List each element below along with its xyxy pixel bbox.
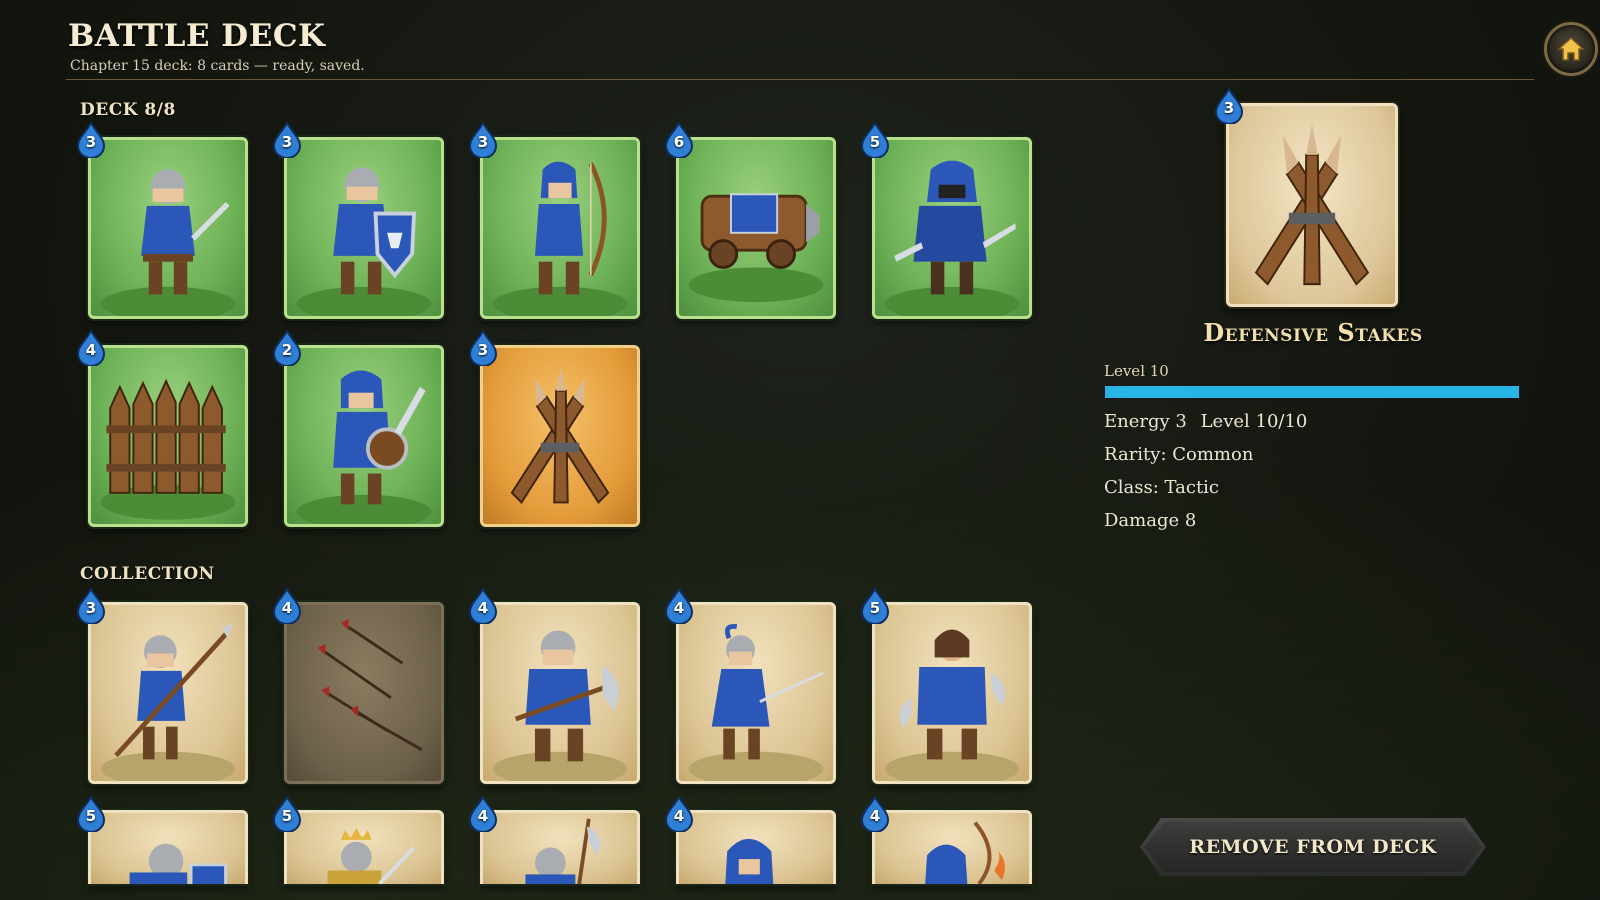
- spearman-art: [100, 622, 236, 781]
- remove-from-deck-button[interactable]: REMOVE FROM DECK: [1140, 818, 1486, 876]
- home-button[interactable]: [1544, 22, 1598, 76]
- cost-gem: 4: [860, 794, 890, 833]
- deck-card-defensive-stakes[interactable]: [480, 345, 640, 527]
- defensive-stakes-art: [1254, 123, 1370, 286]
- deck-card-palisade[interactable]: [88, 345, 248, 527]
- axeman-art: [492, 630, 628, 781]
- archer-art: [492, 161, 628, 316]
- shield-bearer-art: [129, 843, 228, 884]
- collection-card-berserker[interactable]: [872, 602, 1032, 784]
- deck-status-text: Chapter 15 deck: 8 cards — ready, saved.: [70, 58, 365, 74]
- collection-card-shield-bearer[interactable]: [88, 810, 248, 884]
- collection-card-halberdier[interactable]: [480, 810, 640, 884]
- collection-section-label: COLLECTION: [80, 564, 215, 584]
- cost-gem: 4: [664, 794, 694, 833]
- level-progress-fill: [1105, 386, 1519, 398]
- duelist-art: [688, 623, 824, 781]
- stat-class: Class: Tactic: [1104, 477, 1220, 498]
- cost-gem: 3: [76, 120, 106, 159]
- deck-section-label: DECK 8/8: [80, 100, 176, 120]
- militia-art: [296, 370, 432, 524]
- collection-card-hooded-scout[interactable]: [676, 810, 836, 884]
- level-progress-bar: [1104, 385, 1520, 399]
- stat-level: Level 10/10: [1200, 411, 1308, 432]
- collection-card-fire-archer[interactable]: [872, 810, 1032, 884]
- deck-card-cannon[interactable]: [676, 137, 836, 319]
- cost-gem: 5: [860, 586, 890, 625]
- selected-card-name: Defensive Stakes: [1203, 318, 1423, 347]
- cost-gem: 2: [272, 328, 302, 367]
- cost-gem: 3: [468, 328, 498, 367]
- swordsman-art: [100, 169, 236, 316]
- cost-gem: 5: [76, 794, 106, 833]
- cost-gem: 4: [468, 586, 498, 625]
- collection-card-duelist[interactable]: [676, 602, 836, 784]
- level-label: Level 10: [1104, 362, 1169, 380]
- deck-card-swordsman[interactable]: [88, 137, 248, 319]
- hooded-scout-art: [725, 838, 774, 884]
- cost-gem: 4: [664, 586, 694, 625]
- shield-knight-art: [296, 167, 432, 316]
- page-title: BATTLE DECK: [68, 18, 326, 54]
- stat-damage: Damage 8: [1104, 510, 1197, 531]
- fire-archer-art: [925, 821, 1005, 884]
- king-knight-art: [327, 828, 416, 884]
- rogue-art: [884, 160, 1020, 316]
- collection-card-spearman[interactable]: [88, 602, 248, 784]
- berserker-art: [884, 629, 1020, 781]
- halberdier-art: [525, 818, 601, 884]
- cost-gem: 5: [272, 794, 302, 833]
- cost-gem: 3: [468, 120, 498, 159]
- collection-card-arrow-volley[interactable]: [284, 602, 444, 784]
- arrow-volley-art: [317, 618, 423, 752]
- remove-from-deck-label: REMOVE FROM DECK: [1189, 836, 1437, 858]
- collection-card-king-knight[interactable]: [284, 810, 444, 884]
- stat-energy: Energy 3: [1104, 411, 1187, 432]
- cost-gem: 5: [860, 120, 890, 159]
- collection-card-axeman[interactable]: [480, 602, 640, 784]
- home-icon: [1557, 36, 1585, 61]
- deck-card-rogue[interactable]: [872, 137, 1032, 319]
- selected-card-preview: [1226, 103, 1398, 307]
- stat-energy-level: Energy 3 Level 10/10: [1104, 411, 1307, 432]
- cost-gem: 4: [76, 328, 106, 367]
- stat-rarity: Rarity: Common: [1104, 444, 1254, 465]
- deck-card-archer[interactable]: [480, 137, 640, 319]
- defensive-stakes-art: [510, 367, 610, 504]
- cannon-art: [688, 193, 824, 303]
- cost-gem: 3: [76, 586, 106, 625]
- cost-gem: 6: [664, 120, 694, 159]
- header: BATTLE DECK Chapter 15 deck: 8 cards — r…: [66, 14, 1598, 80]
- deck-card-militia[interactable]: [284, 345, 444, 527]
- palisade-art: [100, 378, 236, 520]
- cost-gem: 4: [272, 586, 302, 625]
- deck-card-shield-knight[interactable]: [284, 137, 444, 319]
- cost-gem: 3: [1214, 86, 1244, 125]
- cost-gem: 4: [468, 794, 498, 833]
- cost-gem: 3: [272, 120, 302, 159]
